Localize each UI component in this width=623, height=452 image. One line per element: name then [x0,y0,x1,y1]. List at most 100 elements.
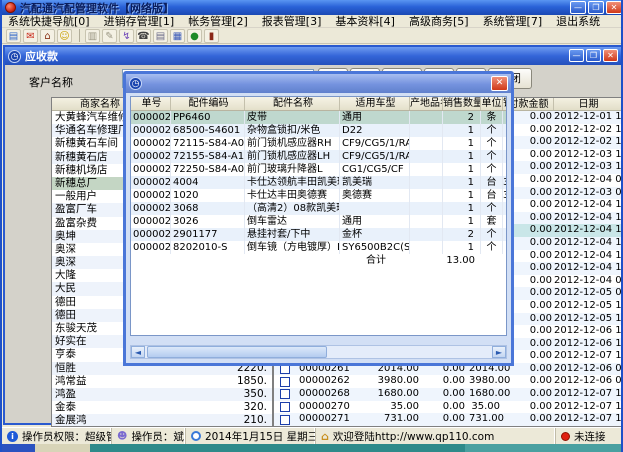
parts-row[interactable]: 00000230 8202010-S 倒车镜（方电镀厚）LH SY6500B2C… [131,241,506,254]
menu-item[interactable]: 系统管理[7] [483,13,543,29]
parts-row[interactable]: 00000230 72250-S84-A02 前门玻璃升降器L CG1/CG5/… [131,163,506,176]
menu-item[interactable]: 帐务管理[2] [188,13,248,29]
dialog-clock-icon: ◷ [129,77,142,90]
parts-row[interactable]: 00000230 4004 卡仕达领航丰田凯美瑞（8寸） 凯美瑞 1 台 3 [131,176,506,189]
parts-row[interactable]: 00000230 72115-S84-A01 前门锁机感应器RH CF9/CG5… [131,137,506,150]
cell-qty: 1 [443,150,481,163]
child-close-button[interactable]: ✕ [603,49,618,62]
parts-row[interactable]: 00000230 68500-S4601 杂物盒锁扣/米色 D22 1 个 [131,124,506,137]
parts-row[interactable]: 00000230 72155-S84-A11 前门锁机感应器LH CF9/CG5… [131,150,506,163]
merchant-row[interactable]: 金泰 320. [52,401,272,414]
row-checkbox[interactable] [280,415,290,425]
scroll-thumb[interactable] [147,346,327,358]
cell-amount: 1680.00 [469,388,504,401]
edit-icon[interactable]: ✎ [102,29,117,43]
grid-row[interactable]: 00000271 731.00 0.00 731.00 0.00 2012-12… [274,413,623,426]
child-restore-button[interactable]: ❐ [586,49,601,62]
bank-icon[interactable]: ⌂ [40,29,55,43]
cell-amount: 3980.00 [350,375,423,388]
parts-row[interactable]: 00000230 3026 倒车雷达 通用 1 套 [131,215,506,228]
menu-item[interactable]: 系统快捷导航[0] [8,13,90,29]
cell-doc-no: 00000268 [296,388,350,401]
status-welcome-section: ⌂ 欢迎登陆http://www.qp110.com [316,428,556,444]
document-icon[interactable]: ▥ [85,29,100,43]
parts-row[interactable]: 00000230 PP6460 皮带 通用 2 条 [131,111,506,124]
col-car-model[interactable]: 适用车型 [340,97,410,110]
cell-doc-no: 00000230 [131,150,171,163]
scroll-left-icon[interactable]: ◄ [131,346,145,358]
grid-header-date[interactable]: 日期 [554,98,623,110]
cell-doc-no: 00000230 [131,215,171,228]
receivables-titlebar: ◷ 应收款 — ❐ ✕ [5,47,621,65]
cell-amount: 3980.00 [469,375,504,388]
menu-item[interactable]: 基本资料[4] [335,13,395,29]
parts-row[interactable]: 00000230 2901177 悬挂衬套/下中 金杯 2 个 [131,228,506,241]
dialog-close-button[interactable]: ✕ [491,76,508,91]
open-folder-icon[interactable]: ▤ [6,29,21,43]
grid-row[interactable]: 00000268 1680.00 0.00 1680.00 0.00 2012-… [274,388,623,401]
col-unit[interactable]: 单位 [481,97,503,110]
menu-item[interactable]: 退出系统 [556,13,600,29]
cell-unit: 条 [481,111,503,124]
cell-sales-amount-clipped [503,137,507,150]
cell-amount: 0.00 [423,388,469,401]
home-icon: ⌂ [321,430,329,443]
col-part-name[interactable]: 配件名称 [245,97,340,110]
flash-icon[interactable]: ↯ [119,29,134,43]
cell-origin [410,124,443,137]
merchant-row[interactable]: 鸿常益 1850. [52,375,272,388]
close-button[interactable]: ✕ [606,1,622,14]
cell-sales-amount-clipped [503,150,507,163]
cell-part-name: （高清2）08款凯美瑞摄像头 [245,202,340,215]
cell-part-code: 72115-S84-A01 [171,137,245,150]
col-sales-amount-clipped[interactable]: 销 [503,97,507,110]
cell-car-model: D22 [340,124,410,137]
parts-row[interactable]: 00000230 3068 （高清2）08款凯美瑞摄像头 1 个 [131,202,506,215]
row-checkbox[interactable] [280,402,290,412]
cell-part-name: 皮带 [245,111,340,124]
phone-icon[interactable]: ☎ [136,29,151,43]
col-part-code[interactable]: 配件编码 [171,97,245,110]
cell-amount: 0.00 [423,413,469,426]
cell-doc-no: 00000270 [296,401,350,414]
fax-icon[interactable]: ▤ [153,29,168,43]
menu-item[interactable]: 报表管理[3] [262,13,322,29]
merchant-row[interactable]: 鸿盈 350. [52,388,272,401]
cell-qty: 2 [443,228,481,241]
app-logo-icon [5,2,16,13]
cell-origin [410,137,443,150]
col-qty[interactable]: 销售数量 [443,97,481,110]
grid-row[interactable]: 00000270 35.00 0.00 35.00 0.00 2012-12-0… [274,401,623,414]
grid-row[interactable]: 00000262 3980.00 0.00 3980.00 0.00 2012-… [274,375,623,388]
menu-bar: 系统快捷导航[0] 进销存管理[1] 帐务管理[2] 报表管理[3] 基本资料[4] 高级… [2,15,623,28]
menu-item[interactable]: 高级商务[5] [409,13,469,29]
cell-car-model: SY6500B2C(S) [340,241,410,254]
smiley-icon[interactable]: ☺ [57,29,72,43]
child-minimize-button[interactable]: — [569,49,584,62]
status-bar: i 操作员权限：超级管理 ☻ 操作员：斌 2014年1月15日 星期三 16:2… [2,427,623,444]
row-checkbox[interactable] [280,377,290,387]
dialog-horizontal-scrollbar[interactable]: ◄ ► [130,345,507,359]
cell-pay-amount: 0.00 [504,401,554,414]
menu-item[interactable]: 进销存管理[1] [104,13,175,29]
col-doc-no[interactable]: 单号 [131,97,171,110]
cell-part-code: 72250-S84-A02 [171,163,245,176]
cell-date: 2012-12-07 16:08:0 [554,350,623,363]
cell-date: 2012-12-05 15:45:1 [554,313,623,326]
cell-part-name: 倒车雷达 [245,215,340,228]
merchant-row[interactable]: 金展鸿 210. [52,414,272,427]
globe-icon[interactable]: ● [187,29,202,43]
receivables-title: 应收款 [25,48,58,64]
row-checkbox[interactable] [280,389,290,399]
cell-part-code: 68500-S4601 [171,124,245,137]
scroll-right-icon[interactable]: ► [492,346,506,358]
mail-icon[interactable]: ✉ [23,29,38,43]
exit-icon[interactable]: ▮ [204,29,219,43]
cell-date: 2012-12-05 09:36:2 [554,287,623,300]
toolbar: ▤ ✉ ⌂ ☺ ▥ ✎ ↯ ☎ ▤ ▦ ● ▮ [2,28,623,44]
parts-row[interactable]: 00000230 1020 卡仕达丰田奥德赛 奥德赛 1 台 3 [131,189,506,202]
cell-part-name: 前门锁机感应器LH [245,150,340,163]
col-origin[interactable]: 产地品名 [410,97,443,110]
cell-qty: 1 [443,163,481,176]
cards-icon[interactable]: ▦ [170,29,185,43]
